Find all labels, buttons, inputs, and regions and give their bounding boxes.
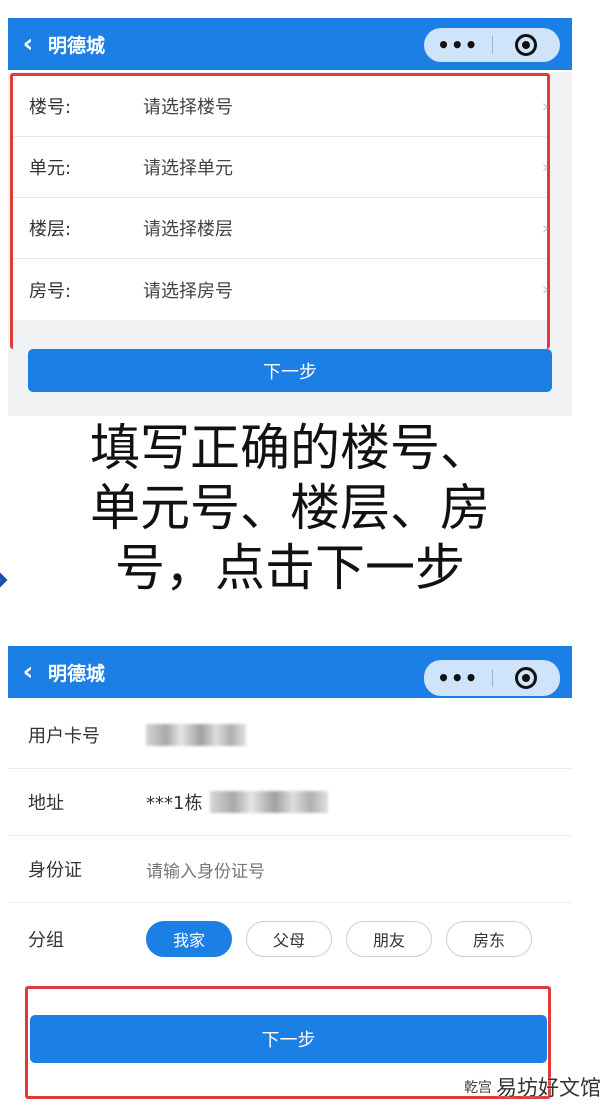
id-card-label: 身份证 <box>28 860 82 881</box>
blurred-card-number <box>146 724 246 746</box>
room-row[interactable]: 房号: 请选择房号 › <box>13 259 549 320</box>
id-card-input[interactable]: 请输入身份证号 <box>146 857 265 882</box>
group-chip-friends[interactable]: 朋友 <box>346 921 432 957</box>
room-label: 房号: <box>29 280 72 302</box>
caption-line-1: 填写正确的楼号、 <box>90 419 490 477</box>
address-prefix: ***1栋 <box>146 793 203 814</box>
caption-line-2: 单元号、楼层、房 <box>90 479 490 537</box>
address-label: 地址 <box>28 793 64 814</box>
group-label: 分组 <box>28 930 64 951</box>
watermark-main: 易坊好文馆 <box>496 1076 601 1100</box>
room-select[interactable]: 请选择房号 <box>143 277 233 303</box>
target-dot <box>522 41 531 49</box>
more-dots-icon[interactable]: ••• <box>424 28 492 62</box>
card-number-row: 用户卡号 <box>8 702 572 769</box>
target-dot <box>522 674 531 682</box>
floor-row[interactable]: 楼层: 请选择楼层 › <box>13 198 549 259</box>
address-value: ***1栋 <box>146 789 329 815</box>
side-arrow-icon <box>0 572 8 588</box>
unit-row[interactable]: 单元: 请选择单元 › <box>13 137 549 198</box>
watermark: 乾宫 易坊好文馆 <box>464 1072 601 1102</box>
target-ring <box>515 34 538 56</box>
chevron-left-icon[interactable]: ‹ <box>8 18 48 70</box>
floor-label: 楼层: <box>29 219 72 240</box>
next-step-button[interactable]: 下一步 <box>28 349 552 392</box>
group-chip-parents[interactable]: 父母 <box>246 921 332 957</box>
chevron-right-icon: › <box>541 96 549 117</box>
card-number-value <box>146 724 246 746</box>
chevron-left-icon[interactable]: ‹ <box>8 646 48 698</box>
building-row[interactable]: 楼号: 请选择楼号 › <box>13 76 549 137</box>
floor-select[interactable]: 请选择楼层 <box>143 215 233 241</box>
card-number-label: 用户卡号 <box>28 726 100 747</box>
target-icon[interactable] <box>493 34 561 56</box>
mini-program-capsule: ••• <box>424 28 560 62</box>
next-step-button[interactable]: 下一步 <box>30 1015 547 1063</box>
caption-line-3: 号，点击下一步 <box>115 539 465 597</box>
unit-select[interactable]: 请选择单元 <box>143 154 233 180</box>
group-options: 我家 父母 朋友 房东 <box>146 921 532 957</box>
instruction-caption: 填写正确的楼号、 单元号、楼层、房 号，点击下一步 <box>30 418 550 598</box>
page-title: 明德城 <box>48 34 106 57</box>
building-select[interactable]: 请选择楼号 <box>143 93 233 119</box>
page-title: 明德城 <box>48 662 106 685</box>
chevron-right-icon: › <box>541 218 549 239</box>
target-ring <box>515 667 538 689</box>
unit-label: 单元: <box>29 158 72 179</box>
navbar-bottom: ‹ 明德城 ••• <box>8 646 572 698</box>
target-icon[interactable] <box>493 667 561 689</box>
group-chip-landlord[interactable]: 房东 <box>446 921 532 957</box>
navbar-top: ‹ 明德城 ••• <box>8 18 572 70</box>
more-dots-icon[interactable]: ••• <box>424 661 492 695</box>
address-select-form: 楼号: 请选择楼号 › 单元: 请选择单元 › 楼层: 请选择楼层 › 房号: … <box>10 73 550 350</box>
group-row: 分组 我家 父母 朋友 房东 <box>8 903 572 975</box>
blurred-address <box>210 791 329 813</box>
id-card-row[interactable]: 身份证 请输入身份证号 <box>8 836 572 903</box>
form-gap <box>13 320 547 350</box>
building-label: 楼号: <box>29 97 72 118</box>
mini-program-capsule: ••• <box>424 660 560 696</box>
chevron-right-icon: › <box>541 157 549 178</box>
chevron-right-icon: › <box>541 279 549 300</box>
group-chip-mine[interactable]: 我家 <box>146 921 232 957</box>
address-row: 地址 ***1栋 <box>8 769 572 836</box>
watermark-small: 乾宫 <box>464 1080 492 1096</box>
